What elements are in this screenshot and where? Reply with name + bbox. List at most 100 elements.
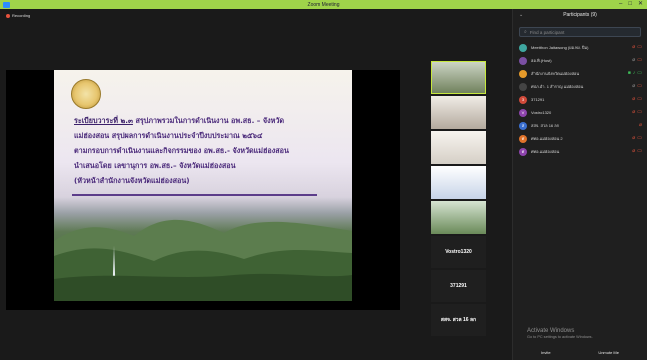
- video-gallery-strip: Vostro1320 371291 สสจ. สวล 16 ลก: [431, 61, 486, 338]
- tile-name-label: Vostro1320: [445, 249, 472, 255]
- slide-line-5: (หัวหน้าสำนักงานจังหวัดแม่ฮ่องสอน): [74, 176, 190, 185]
- participant-name: สสจ. สวล 16 ลก: [531, 123, 560, 128]
- participants-header: ⌄ Participants (9): [513, 9, 647, 21]
- video-tile-presentation[interactable]: [431, 166, 486, 199]
- participant-avatar: ศ: [519, 147, 527, 156]
- mic-muted-icon[interactable]: ⌀: [639, 122, 642, 129]
- participants-list: Meetthon Jaitawong (ผอ.พง. ปีม) ⌀ ▭ ฮอ.พิ.(…: [513, 41, 647, 158]
- close-button[interactable]: ✕: [638, 1, 643, 8]
- recording-dot-icon: [6, 13, 10, 18]
- search-icon: ⌕: [524, 29, 527, 35]
- participant-name: 371291: [531, 97, 545, 102]
- participant-status-icons: ⌀ ▭: [632, 83, 642, 90]
- participant-name: Meetthon Jaitawong (ผอ.พง. ปีม): [531, 45, 589, 50]
- activate-subtitle: Go to PC settings to activate Windows.: [527, 335, 593, 339]
- participant-status-icons: ⌀ ▭: [632, 135, 642, 142]
- minimize-button[interactable]: –: [619, 1, 622, 8]
- video-tile-sorsorjor[interactable]: สสจ. สวล 16 ลก: [431, 304, 486, 336]
- slide-agenda-number: ระเบียบวาระที่ ๒.๓: [74, 116, 133, 125]
- video-tile-active-speaker[interactable]: [431, 61, 486, 94]
- participant-name: ฮอ.พิ.(Host): [531, 58, 552, 63]
- mic-muted-icon[interactable]: ⌀: [632, 96, 635, 103]
- participant-avatar: [519, 56, 527, 65]
- video-tile-vostro1320[interactable]: Vostro1320: [431, 236, 486, 268]
- participant-row[interactable]: ศปภ.อำ. 1 สำราญ แม่ฮ่องสอน ⌀ ▭: [513, 80, 647, 93]
- participant-status-icons: ⌀ ▭: [632, 44, 642, 51]
- participants-footer: Invite Unmute Me: [513, 350, 647, 355]
- participant-name: ศทอ.แม่ฮ่องสอน: [531, 149, 560, 154]
- window-titlebar: Zoom Meeting – □ ✕: [0, 0, 647, 9]
- camera-on-icon[interactable]: ▭: [637, 70, 642, 77]
- maximize-button[interactable]: □: [628, 1, 632, 8]
- participant-search-input[interactable]: [529, 29, 640, 35]
- participant-avatar: [519, 69, 527, 78]
- window-title: Zoom Meeting: [307, 1, 340, 8]
- invite-button[interactable]: Invite: [541, 350, 551, 355]
- participant-status-icons: ⌀ ▭: [632, 96, 642, 103]
- participant-row[interactable]: ศ ศทอ.แม่ฮ่องสอน 2 ⌀ ▭: [513, 132, 647, 145]
- mic-off-icon[interactable]: ⌀: [632, 83, 635, 90]
- camera-off-icon[interactable]: ▭: [637, 83, 642, 90]
- participant-search[interactable]: ⌕: [519, 27, 641, 37]
- participant-avatar: ส: [519, 121, 527, 130]
- slide-line-1: สรุปภาพรวมในการดำเนินงาน อพ.สธ. – จังหวั…: [132, 116, 285, 125]
- participant-avatar: V: [519, 108, 527, 117]
- camera-off-icon[interactable]: ▭: [637, 109, 642, 116]
- participant-status-icons: ⌀ ▭: [632, 148, 642, 155]
- participant-status-icons: ⌀ ▭: [632, 109, 642, 116]
- windows-activation-watermark: Activate Windows Go to PC settings to ac…: [527, 328, 593, 339]
- mic-muted-icon[interactable]: ⌀: [632, 44, 635, 51]
- participants-panel: ⌄ Participants (9) ⌕ Meetthon Jaitawong …: [512, 9, 647, 360]
- camera-off-icon[interactable]: ▭: [637, 57, 642, 64]
- participant-row[interactable]: Meetthon Jaitawong (ผอ.พง. ปีม) ⌀ ▭: [513, 41, 647, 54]
- participant-name: Vostro1320: [531, 110, 552, 115]
- participant-avatar: [519, 43, 527, 52]
- activate-title: Activate Windows: [527, 328, 575, 334]
- tile-name-label: 371291: [450, 283, 467, 289]
- recording-indicator: Recording: [6, 13, 30, 18]
- collapse-panel-icon[interactable]: ⌄: [519, 12, 523, 18]
- video-tile-meeting-room[interactable]: [431, 96, 486, 129]
- video-tile-371291[interactable]: 371291: [431, 270, 486, 302]
- participant-status-icons: ■ ♪ ▭: [628, 70, 642, 77]
- participant-name: ศปภ.อำ. 1 สำราญ แม่ฮ่องสอน: [531, 84, 584, 89]
- participants-title: Participants (9): [563, 12, 597, 18]
- tile-name-label: สสจ. สวล 16 ลก: [440, 317, 477, 323]
- camera-off-icon[interactable]: ▭: [637, 96, 642, 103]
- camera-off-icon[interactable]: ▭: [637, 148, 642, 155]
- participant-row[interactable]: V Vostro1320 ⌀ ▭: [513, 106, 647, 119]
- slide-line-2: แม่ฮ่องสอน สรุปผลการดำเนินงานประจำปีงบปร…: [74, 131, 263, 140]
- participant-avatar: ศ: [519, 134, 527, 143]
- participant-row[interactable]: ส สสจ. สวล 16 ลก ⌀: [513, 119, 647, 132]
- mic-muted-icon[interactable]: ⌀: [632, 109, 635, 116]
- participant-row[interactable]: ศ ศทอ.แม่ฮ่องสอน ⌀ ▭: [513, 145, 647, 158]
- camera-off-icon[interactable]: ▭: [637, 135, 642, 142]
- participant-name: ศทอ.แม่ฮ่องสอน 2: [531, 136, 563, 141]
- slide-agenda-text: ระเบียบวาระที่ ๒.๓ สรุปภาพรวมในการดำเนิน…: [74, 113, 339, 188]
- recording-label: Recording: [12, 13, 31, 18]
- window-controls: – □ ✕: [619, 1, 643, 8]
- mic-off-icon[interactable]: ⌀: [632, 57, 635, 64]
- slide-line-4: นำเสนอโดย เลขานุการ อพ.สธ.– จังหวัดแม่ฮ่…: [74, 161, 236, 170]
- mic-muted-icon[interactable]: ⌀: [632, 135, 635, 142]
- unmute-me-button[interactable]: Unmute Me: [598, 350, 619, 355]
- mountain-landscape-image: [54, 219, 352, 301]
- participant-row[interactable]: สำนักงานจังหวัดแม่ฮ่องสอน ■ ♪ ▭: [513, 67, 647, 80]
- mic-muted-icon[interactable]: ⌀: [632, 148, 635, 155]
- presentation-slide: ระเบียบวาระที่ ๒.๓ สรุปภาพรวมในการดำเนิน…: [54, 70, 352, 301]
- participant-status-icons: ⌀: [639, 122, 642, 129]
- screen-share-icon: ■: [627, 70, 631, 76]
- video-tile-office[interactable]: [431, 131, 486, 164]
- participant-row[interactable]: ฮอ.พิ.(Host) ⌀ ▭: [513, 54, 647, 67]
- slide-divider: [72, 194, 317, 196]
- mic-on-icon[interactable]: ♪: [633, 70, 636, 77]
- participant-row[interactable]: 3 371291 ⌀ ▭: [513, 93, 647, 106]
- participant-name: สำนักงานจังหวัดแม่ฮ่องสอน: [531, 71, 580, 76]
- video-tile-group[interactable]: [431, 201, 486, 234]
- participant-avatar: 3: [519, 95, 527, 104]
- camera-off-icon[interactable]: ▭: [637, 44, 642, 51]
- slide-line-3: ตามกรอบการดำเนินงานและกิจกรรมของ อพ.สธ.-…: [74, 146, 289, 155]
- participant-status-icons: ⌀ ▭: [632, 57, 642, 64]
- shared-screen: ระเบียบวาระที่ ๒.๓ สรุปภาพรวมในการดำเนิน…: [6, 70, 400, 310]
- participant-avatar: [519, 82, 527, 91]
